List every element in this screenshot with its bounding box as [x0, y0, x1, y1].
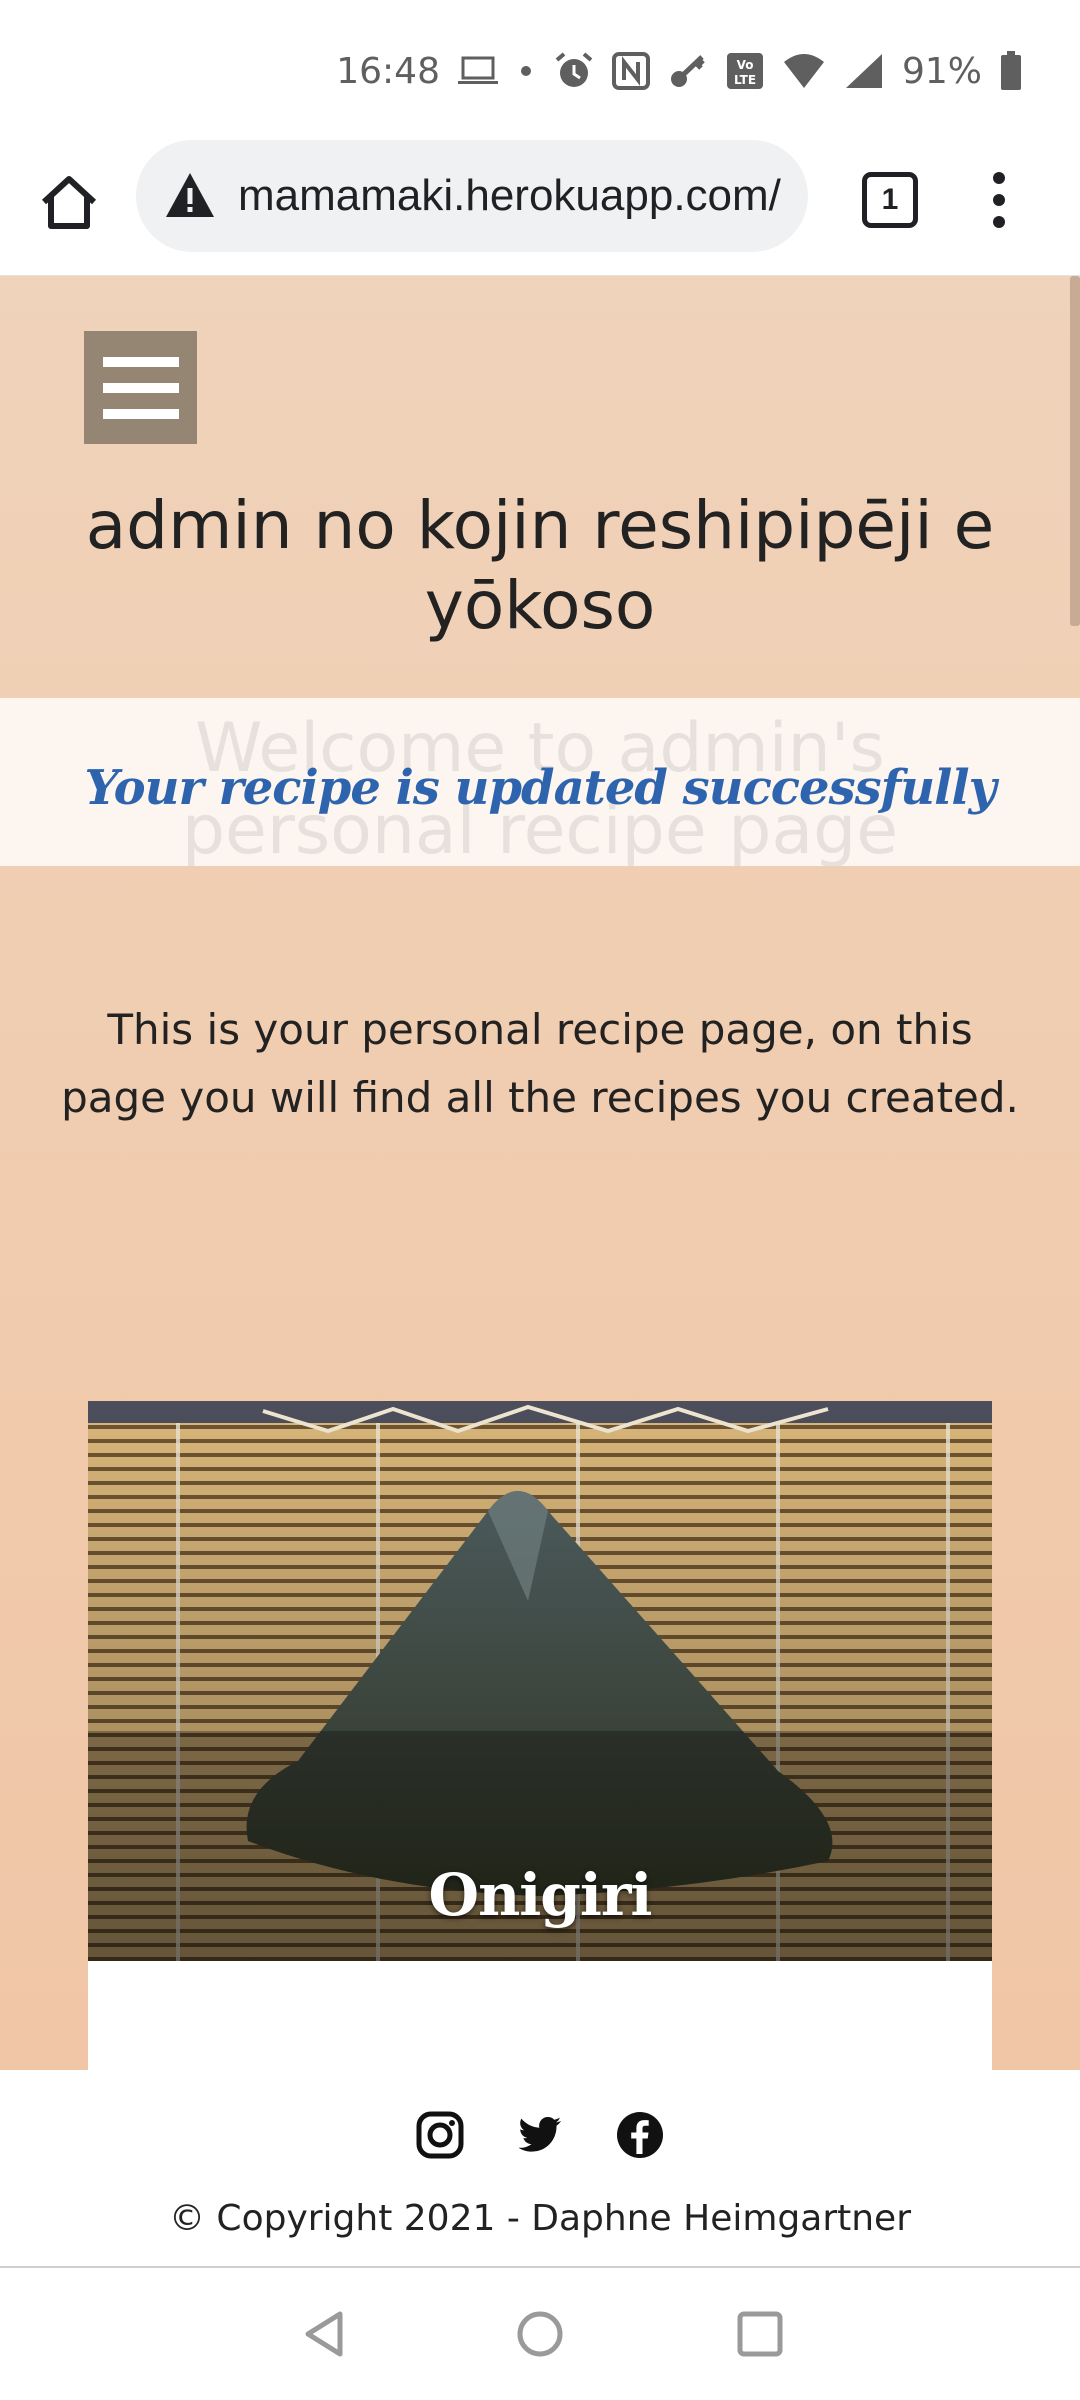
copyright-text: © Copyright 2021 - Daphne Heimgartner: [168, 2198, 912, 2239]
signal-icon: [844, 52, 884, 90]
alarm-icon: [554, 51, 594, 91]
system-nav-bar: [0, 2268, 1080, 2400]
hamburger-line: [102, 408, 179, 419]
hamburger-line: [102, 356, 179, 367]
page-content: admin no kojin reshipipēji e yōkoso Welc…: [0, 276, 1080, 2070]
recipe-title[interactable]: Onigiri: [88, 1861, 992, 1929]
back-icon[interactable]: [296, 2306, 352, 2362]
laptop-icon: [457, 56, 498, 86]
dot-icon: [516, 61, 536, 81]
browser-toolbar: mamamaki.herokuapp.com/ 1: [0, 140, 1080, 277]
key-icon: [668, 51, 708, 91]
page-title: admin no kojin reshipipēji e yōkoso: [85, 487, 995, 644]
nfc-icon: [611, 52, 650, 90]
flash-message: Your recipe is updated successfully: [84, 760, 996, 816]
address-bar[interactable]: mamamaki.herokuapp.com/: [136, 140, 808, 252]
home-nav-icon[interactable]: [512, 2306, 568, 2362]
url-text: mamamaki.herokuapp.com/: [238, 171, 781, 220]
instagram-icon[interactable]: [415, 2110, 465, 2160]
browser-menu-button[interactable]: [985, 168, 1013, 232]
intro-text: This is your personal recipe page, on th…: [61, 1005, 1019, 1122]
nav-menu-button[interactable]: [84, 331, 197, 444]
twitter-icon[interactable]: [515, 2110, 565, 2160]
battery-icon: [1000, 51, 1022, 91]
volte-icon: Vo LTE: [726, 52, 764, 90]
svg-text:LTE: LTE: [734, 73, 756, 87]
facebook-icon[interactable]: [615, 2110, 665, 2160]
recipe-card[interactable]: Onigiri: [88, 1401, 992, 2070]
hamburger-line: [102, 382, 179, 393]
page-scrollbar[interactable]: [1070, 276, 1080, 626]
recents-icon[interactable]: [732, 2306, 788, 2362]
battery-percent: 91%: [901, 50, 982, 92]
more-vert-icon: [993, 172, 1005, 228]
social-links: [0, 2110, 1080, 2160]
home-icon: [41, 176, 97, 229]
footer: © Copyright 2021 - Daphne Heimgartner: [0, 2070, 1080, 2268]
home-button[interactable]: [36, 170, 102, 236]
wifi-icon: [782, 52, 826, 90]
svg-text:Vo: Vo: [737, 58, 754, 72]
status-time: 16:48: [336, 50, 440, 92]
flash-message-banner: Welcome to admin's personal recipe page …: [0, 698, 1080, 866]
tab-switcher-button[interactable]: 1: [862, 172, 918, 228]
not-secure-warning-icon: [166, 173, 214, 217]
status-bar: 16:48 Vo LTE 91%: [0, 0, 1080, 140]
status-icons: 16:48 Vo LTE 91%: [336, 48, 1022, 94]
